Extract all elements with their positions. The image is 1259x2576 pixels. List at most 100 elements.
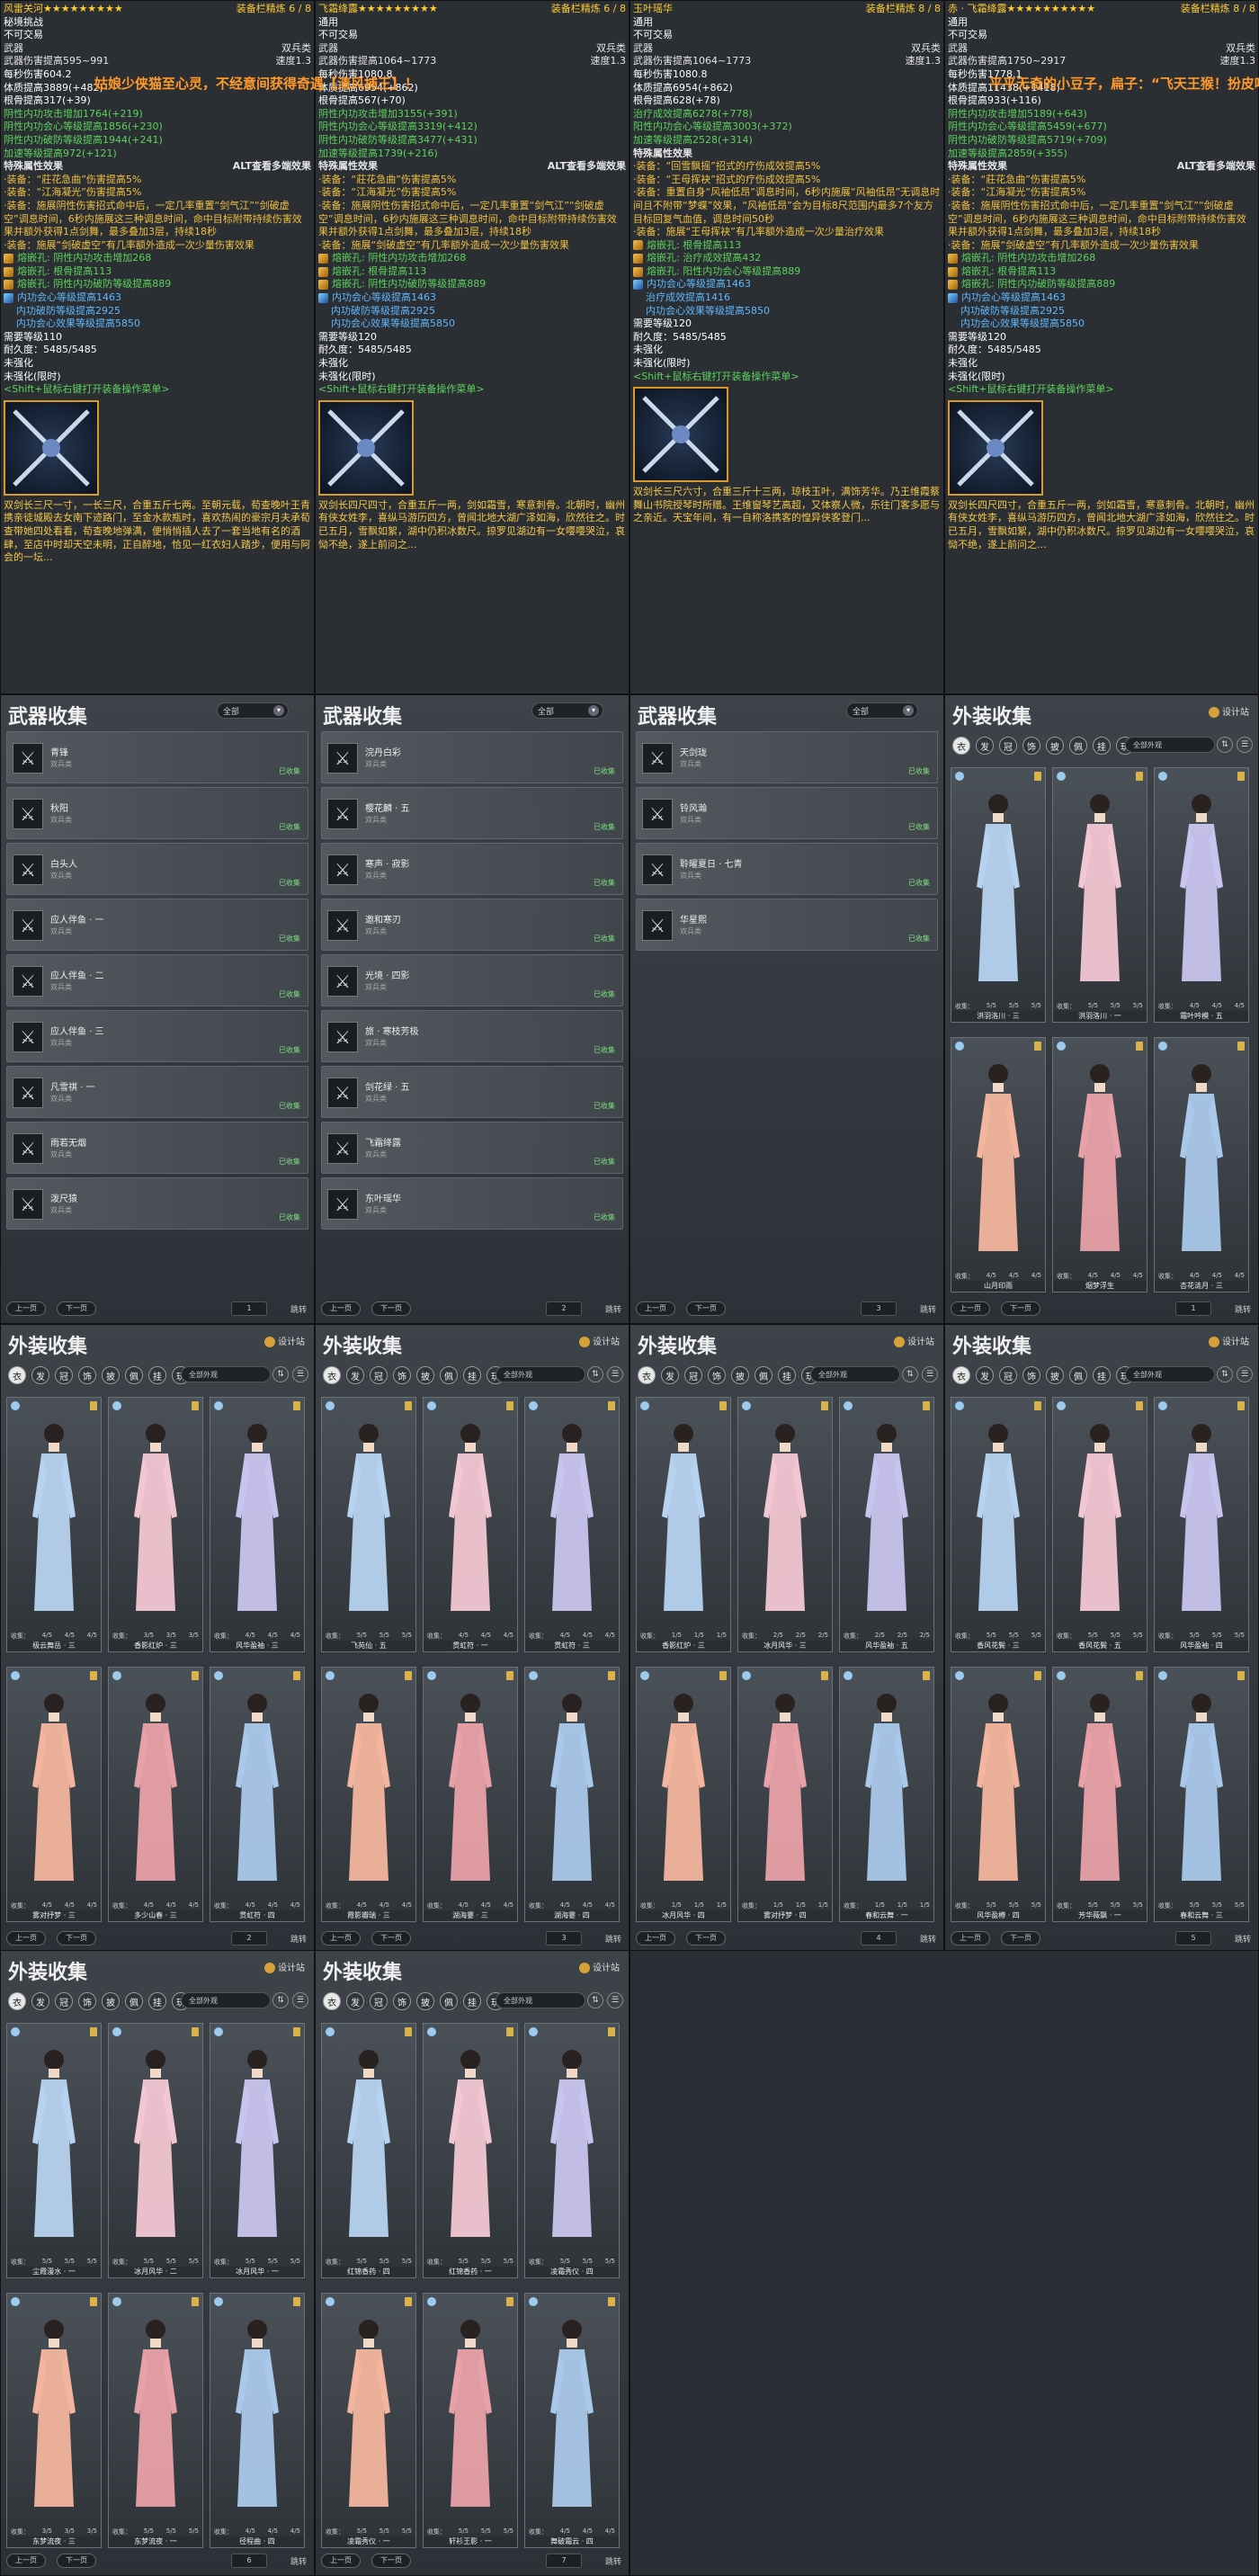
next-page-button[interactable]: 下一页 <box>371 2554 411 2568</box>
outfit-tab-icon[interactable]: 挂 <box>148 1992 166 2010</box>
outfit-filter-dropdown[interactable]: 全部外观 <box>181 1992 271 2008</box>
outfit-tab-icon[interactable]: 发 <box>976 737 994 755</box>
jump-button[interactable]: 跳转 <box>290 1933 307 1945</box>
next-page-button[interactable]: 下一页 <box>1001 1931 1040 1945</box>
outfit-tab-icon[interactable]: 佩 <box>440 1992 458 2010</box>
jump-button[interactable]: 跳转 <box>605 1933 621 1945</box>
prev-page-button[interactable]: 上一页 <box>951 1301 990 1316</box>
outfit-card[interactable]: 收集： 4/5 4/5 4/5 多少山春 · 三 <box>108 1667 203 1922</box>
next-page-button[interactable]: 下一页 <box>57 2554 96 2568</box>
outfit-card[interactable]: 收集： 2/5 2/5 2/5 冰月风华 · 三 <box>737 1397 833 1652</box>
weapon-list-item[interactable]: ⚔ 剑花绿 · 五双兵类 已收集 <box>321 1066 623 1118</box>
weapon-list-item[interactable]: ⚔ 邀和寒刃 双兵类 已收集 <box>321 899 623 951</box>
outfit-tab-icon[interactable]: 发 <box>346 1992 364 2010</box>
outfit-filter-dropdown[interactable]: 全部外观 <box>181 1366 271 1382</box>
outfit-tab-icon[interactable]: 衣 <box>323 1992 341 2010</box>
outfit-filter-dropdown[interactable]: 全部外观 <box>496 1992 585 2008</box>
outfit-card[interactable]: 收集： 3/5 3/5 3/5 东梦流夜 · 三 <box>6 2293 102 2548</box>
weapon-list-item[interactable]: ⚔ 樱花麟 · 五双兵类 已收集 <box>321 787 623 839</box>
outfit-card[interactable]: 收集： 4/5 4/5 4/5 径程曲 · 四 <box>210 2293 305 2548</box>
outfit-tab-icon[interactable]: 饰 <box>1022 1366 1040 1384</box>
outfit-card[interactable]: 收集： 5/5 5/5 5/5 凌霜秀仪 · 四 <box>524 2023 620 2278</box>
jump-button[interactable]: 跳转 <box>290 2555 307 2567</box>
design-station-button[interactable]: 设计站 <box>264 1334 305 1347</box>
prev-page-button[interactable]: 上一页 <box>6 1931 46 1945</box>
outfit-tab-icon[interactable]: 衣 <box>952 1366 970 1384</box>
outfit-card[interactable]: 收集： 5/5 5/5 5/5 冰月风华 · 一 <box>210 2023 305 2278</box>
outfit-tab-icon[interactable]: 衣 <box>952 737 970 755</box>
outfit-tab-icon[interactable]: 衣 <box>8 1992 26 2010</box>
sort-icon[interactable]: ⇅ <box>587 1992 603 2008</box>
sort-icon[interactable]: ⇅ <box>902 1366 918 1382</box>
prev-page-button[interactable]: 上一页 <box>6 2554 46 2568</box>
outfit-card[interactable]: 收集： 1/5 1/5 1/5 冰月风华 · 四 <box>636 1667 731 1922</box>
outfit-card[interactable]: 收集： 4/5 4/5 4/5 舞破霜云 · 四 <box>524 2293 620 2548</box>
outfit-tab-icon[interactable]: 佩 <box>1069 737 1087 755</box>
outfit-tab-icon[interactable]: 饰 <box>393 1992 411 2010</box>
outfit-tab-icon[interactable]: 发 <box>661 1366 679 1384</box>
design-station-button[interactable]: 设计站 <box>1209 1334 1249 1347</box>
prev-page-button[interactable]: 上一页 <box>321 2554 361 2568</box>
weapon-list-item[interactable]: ⚔ 凡雪祺 · 一双兵类 已收集 <box>6 1066 308 1118</box>
jump-button[interactable]: 跳转 <box>605 2555 621 2567</box>
outfit-card[interactable]: 收集： 4/5 4/5 4/5 极云舞岳 · 三 <box>6 1397 102 1652</box>
design-station-button[interactable]: 设计站 <box>579 1960 620 1973</box>
outfit-card[interactable]: 收集： 5/5 5/5 5/5 风华盈樽 · 四 <box>951 1667 1046 1922</box>
outfit-card[interactable]: 收集： 4/5 4/5 4/5 贯虹符 · 一 <box>423 1397 518 1652</box>
page-number-input[interactable]: 5 <box>1175 1931 1211 1945</box>
outfit-tab-icon[interactable]: 挂 <box>1093 1366 1111 1384</box>
outfit-card[interactable]: 收集： 5/5 5/5 5/5 香风花鬓 · 五 <box>1052 1397 1147 1652</box>
outfit-tab-icon[interactable]: 冠 <box>55 1992 73 2010</box>
outfit-tab-icon[interactable]: 冠 <box>370 1992 388 2010</box>
outfit-tab-icon[interactable]: 饰 <box>78 1992 96 2010</box>
outfit-tab-icon[interactable]: 发 <box>31 1992 49 2010</box>
list-icon[interactable]: ☰ <box>607 1366 623 1382</box>
sort-icon[interactable]: ⇅ <box>1217 1366 1233 1382</box>
outfit-tab-icon[interactable]: 披 <box>102 1366 120 1384</box>
outfit-tab-icon[interactable]: 佩 <box>125 1366 143 1384</box>
weapon-list-item[interactable]: ⚔ 旅 · 寒枝芳极 双兵类 已收集 <box>321 1010 623 1062</box>
list-icon[interactable]: ☰ <box>607 1992 623 2008</box>
outfit-tab-icon[interactable]: 披 <box>102 1992 120 2010</box>
prev-page-button[interactable]: 上一页 <box>321 1301 361 1316</box>
jump-button[interactable]: 跳转 <box>920 1303 936 1315</box>
outfit-card[interactable]: 收集： 4/5 4/5 4/5 山月印雨 <box>951 1037 1046 1292</box>
outfit-tab-icon[interactable]: 挂 <box>463 1366 481 1384</box>
next-page-button[interactable]: 下一页 <box>686 1931 726 1945</box>
weapon-list-item[interactable]: ⚔ 东叶瑶华 双兵类 已收集 <box>321 1177 623 1230</box>
list-icon[interactable]: ☰ <box>1237 737 1253 753</box>
list-icon[interactable]: ☰ <box>292 1366 308 1382</box>
outfit-filter-dropdown[interactable]: 全部外观 <box>496 1366 585 1382</box>
outfit-tab-icon[interactable]: 挂 <box>463 1992 481 2010</box>
outfit-card[interactable]: 收集： 3/5 3/5 3/5 香影红炉 · 三 <box>108 1397 203 1652</box>
weapon-list-item[interactable]: ⚔ 青锋 双兵类 已收集 <box>6 731 308 783</box>
page-number-input[interactable]: 4 <box>861 1931 897 1945</box>
jump-button[interactable]: 跳转 <box>290 1303 307 1315</box>
weapon-list-item[interactable]: ⚔ 泼尺猿 双兵类 已收集 <box>6 1177 308 1230</box>
next-page-button[interactable]: 下一页 <box>57 1301 96 1316</box>
next-page-button[interactable]: 下一页 <box>57 1931 96 1945</box>
outfit-tab-icon[interactable]: 挂 <box>1093 737 1111 755</box>
outfit-card[interactable]: 收集： 4/5 4/5 4/5 霞影瓣瑞 · 三 <box>321 1667 416 1922</box>
weapon-list-item[interactable]: ⚔ 寒声 · 寂影 双兵类 已收集 <box>321 843 623 895</box>
next-page-button[interactable]: 下一页 <box>686 1301 726 1316</box>
jump-button[interactable]: 跳转 <box>1235 1933 1251 1945</box>
outfit-card[interactable]: 收集： 1/5 1/5 1/5 雾对抒梦 · 四 <box>737 1667 833 1922</box>
page-number-input[interactable]: 3 <box>861 1301 897 1316</box>
outfit-tab-icon[interactable]: 发 <box>31 1366 49 1384</box>
outfit-tab-icon[interactable]: 披 <box>1046 1366 1064 1384</box>
outfit-tab-icon[interactable]: 冠 <box>370 1366 388 1384</box>
prev-page-button[interactable]: 上一页 <box>321 1931 361 1945</box>
weapon-list-item[interactable]: ⚔ 铃风瀚 双兵类 已收集 <box>636 787 938 839</box>
outfit-tab-icon[interactable]: 披 <box>416 1992 434 2010</box>
outfit-tab-icon[interactable]: 佩 <box>755 1366 772 1384</box>
outfit-card[interactable]: 收集： 2/5 2/5 2/5 风华盈袖 · 五 <box>839 1397 934 1652</box>
sort-icon[interactable]: ⇅ <box>1217 737 1233 753</box>
sort-icon[interactable]: ⇅ <box>272 1366 289 1382</box>
jump-button[interactable]: 跳转 <box>605 1303 621 1315</box>
outfit-tab-icon[interactable]: 披 <box>731 1366 749 1384</box>
outfit-tab-icon[interactable]: 冠 <box>55 1366 73 1384</box>
design-station-button[interactable]: 设计站 <box>894 1334 934 1347</box>
page-number-input[interactable]: 1 <box>1175 1301 1211 1316</box>
category-dropdown[interactable]: 全部 ▾ <box>217 702 289 719</box>
